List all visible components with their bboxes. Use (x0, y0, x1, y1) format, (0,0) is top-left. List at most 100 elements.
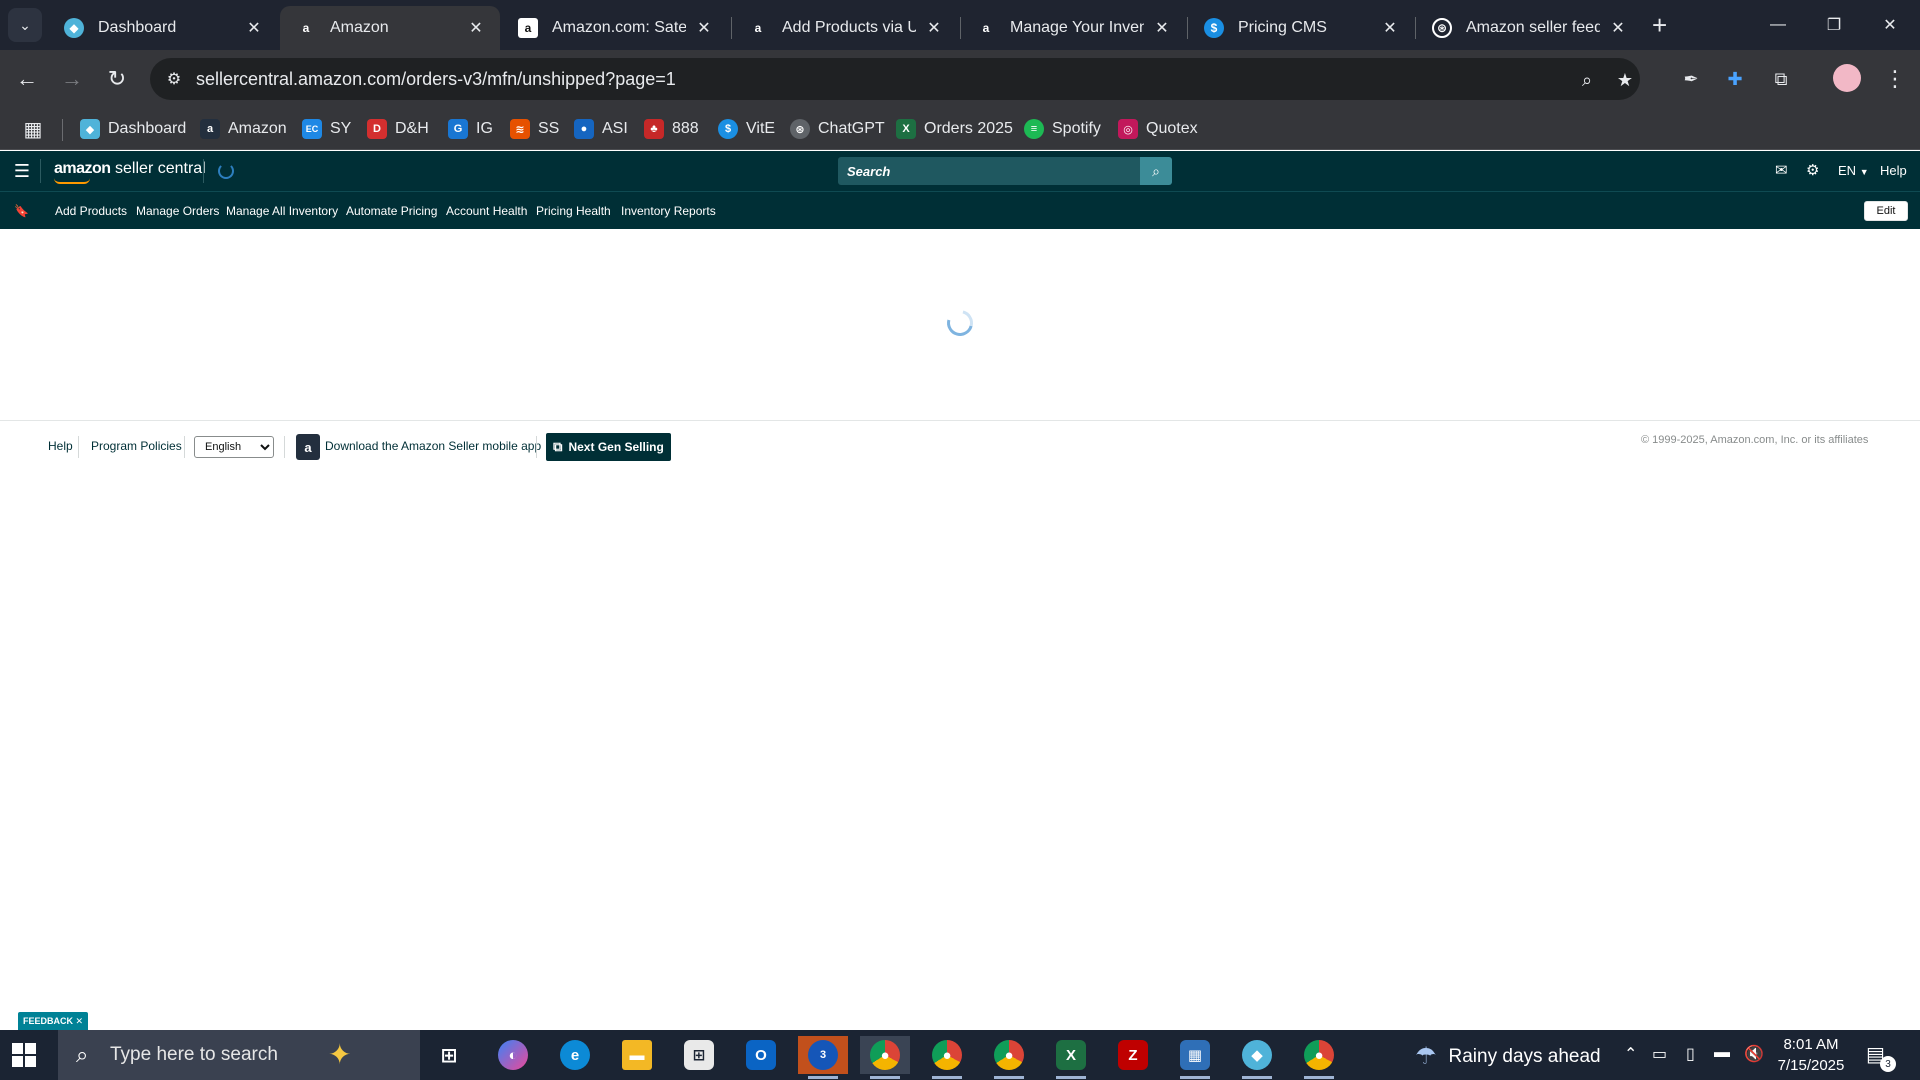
nav-manage-all-inventory[interactable]: Manage All Inventory (226, 204, 338, 218)
tab-search-button[interactable]: ⌄ (8, 8, 42, 42)
seller-central-logo[interactable]: amazon seller central (54, 160, 206, 178)
new-tab-button[interactable]: + (1652, 10, 1667, 40)
seller-search-input[interactable] (838, 157, 1140, 185)
copilot-app-icon[interactable]: ◐ (488, 1036, 538, 1074)
gear-icon[interactable]: ⚙ (1806, 161, 1819, 179)
display-icon[interactable]: ▭ (1652, 1044, 1667, 1064)
hexagon-app-icon[interactable]: ◆ (1232, 1036, 1282, 1079)
url-text[interactable]: sellercentral.amazon.com/orders-v3/mfn/u… (196, 69, 676, 90)
close-icon[interactable]: ✕ (244, 18, 264, 38)
extension-puzzle-blue-icon[interactable]: ✚ (1718, 62, 1752, 96)
next-gen-selling-button[interactable]: ⧉ Next Gen Selling (546, 433, 671, 461)
extension-feather-icon[interactable]: ✒ (1674, 62, 1708, 96)
tab-pricing-cms[interactable]: $ Pricing CMS ✕ (1188, 6, 1414, 50)
news-app-icon[interactable]: 3 (798, 1036, 848, 1079)
file-explorer-icon[interactable]: ▬ (612, 1036, 662, 1074)
calculator-icon[interactable]: ▦ (1170, 1036, 1220, 1079)
tab-dashboard[interactable]: ◆ Dashboard ✕ (48, 6, 278, 50)
apps-grid-icon[interactable]: ▦ (20, 117, 46, 141)
nav-inventory-reports[interactable]: Inventory Reports (621, 204, 716, 218)
star-icon[interactable]: ★ (1612, 67, 1638, 93)
bookmark-spotify[interactable]: ≡ Spotify (1024, 116, 1101, 142)
address-bar[interactable]: ⚙ sellercentral.amazon.com/orders-v3/mfn… (150, 58, 1640, 100)
bookmark-ss[interactable]: ≋ SS (510, 116, 559, 142)
chrome-profile-1-icon[interactable]: ● (860, 1036, 910, 1079)
outlook-icon[interactable]: O (736, 1036, 786, 1074)
help-link[interactable]: Help (1880, 163, 1907, 178)
nav-automate-pricing[interactable]: Automate Pricing (346, 204, 437, 218)
footer-help-link[interactable]: Help (48, 439, 73, 453)
close-icon[interactable]: ✕ (75, 1016, 83, 1027)
footer-program-policies-link[interactable]: Program Policies (91, 439, 182, 453)
tab-amazon[interactable]: a Amazon ✕ (280, 6, 500, 50)
browser-menu-icon[interactable]: ⋮ (1880, 62, 1910, 96)
windows-start-icon[interactable] (12, 1043, 36, 1067)
restore-button[interactable]: ❐ (1808, 6, 1860, 44)
chrome-profile-2-icon[interactable]: ● (922, 1036, 972, 1079)
site-info-icon[interactable]: ⚙ (162, 67, 186, 91)
edit-nav-button[interactable]: Edit (1864, 201, 1908, 221)
bookmark-amazon[interactable]: a Amazon (200, 116, 287, 142)
edge-icon[interactable]: e (550, 1036, 600, 1074)
nav-pricing-health[interactable]: Pricing Health (536, 204, 611, 218)
nav-add-products[interactable]: Add Products (55, 204, 127, 218)
bookmark-quotex[interactable]: ◎ Quotex (1118, 116, 1198, 142)
excel-icon[interactable]: X (1046, 1036, 1096, 1079)
download-app-link[interactable]: Download the Amazon Seller mobile app (325, 439, 541, 453)
bookmark-vite[interactable]: $ VitE (718, 116, 775, 142)
chevron-up-icon[interactable]: ⌃ (1624, 1044, 1637, 1064)
nav-account-health[interactable]: Account Health (446, 204, 527, 218)
close-icon[interactable]: ✕ (1152, 18, 1172, 38)
bookmark-asi[interactable]: ● ASI (574, 116, 628, 142)
bookmark-sy[interactable]: EC SY (302, 116, 351, 142)
language-selector[interactable]: EN ▼ (1838, 163, 1869, 178)
minimize-button[interactable]: — (1752, 6, 1804, 44)
tab-add-products[interactable]: a Add Products via Upl ✕ (732, 6, 958, 50)
seller-search-box (838, 157, 1140, 185)
excel-icon: X (896, 119, 916, 139)
filezilla-icon[interactable]: Z (1108, 1036, 1158, 1074)
zoom-icon[interactable]: ⌕ (1574, 67, 1600, 93)
bookmark-orders-2025[interactable]: X Orders 2025 (896, 116, 1013, 142)
bookmark-icon[interactable]: 🔖 (14, 204, 29, 218)
forward-button[interactable]: → (55, 62, 89, 96)
amazon-app-icon[interactable]: a (296, 434, 320, 460)
footer-language-select[interactable]: English (194, 436, 274, 458)
tab-manage-inventory[interactable]: a Manage Your Invento ✕ (960, 6, 1186, 50)
mail-icon[interactable]: ✉ (1775, 161, 1788, 179)
chrome-icon[interactable]: ● (1294, 1036, 1344, 1079)
language-label: EN (1838, 163, 1857, 178)
system-clock[interactable]: 8:01 AM 7/15/2025 (1776, 1034, 1846, 1076)
bookmark-chatgpt[interactable]: ⊛ ChatGPT (790, 116, 885, 142)
chrome-profile-3-icon[interactable]: ● (984, 1036, 1034, 1079)
close-icon[interactable]: ✕ (694, 18, 714, 38)
hamburger-menu-icon[interactable]: ☰ (10, 159, 34, 183)
task-view-icon[interactable]: ⊞ (424, 1036, 474, 1074)
profile-avatar[interactable] (1833, 64, 1861, 92)
close-icon[interactable]: ✕ (924, 18, 944, 38)
extensions-icon[interactable]: ⧉ (1764, 62, 1798, 96)
nav-manage-orders[interactable]: Manage Orders (136, 204, 219, 218)
close-icon[interactable]: ✕ (1608, 18, 1628, 38)
weather-widget[interactable]: ☂ Rainy days ahead (1415, 1042, 1601, 1071)
taskbar-search-box[interactable]: ⌕ Type here to search ✦ (58, 1030, 420, 1080)
volume-muted-icon[interactable]: 🔇 (1744, 1044, 1764, 1064)
window-close-button[interactable]: ✕ (1864, 6, 1916, 44)
tab-title: Add Products via Upl (782, 19, 916, 36)
reload-button[interactable]: ↻ (100, 62, 134, 96)
amazon-icon: a (302, 21, 310, 35)
microsoft-store-icon[interactable]: ⊞ (674, 1036, 724, 1074)
tab-amazon-satechi[interactable]: a Amazon.com: Satechi ✕ (502, 6, 728, 50)
back-button[interactable]: ← (10, 62, 44, 96)
phone-link-icon[interactable]: ▯ (1686, 1044, 1695, 1064)
feedback-tab[interactable]: FEEDBACK ✕ (18, 1012, 88, 1030)
bookmark-888[interactable]: ♣ 888 (644, 116, 699, 142)
battery-icon[interactable]: ▬ (1714, 1044, 1730, 1062)
close-icon[interactable]: ✕ (466, 18, 486, 38)
tab-seller-feedback[interactable]: ⊛ Amazon seller feedb ✕ (1416, 6, 1642, 50)
bookmark-dashboard[interactable]: ◆ Dashboard (80, 116, 186, 142)
close-icon[interactable]: ✕ (1380, 18, 1400, 38)
bookmark-dh[interactable]: D D&H (367, 116, 429, 142)
bookmark-ig[interactable]: G IG (448, 116, 493, 142)
seller-search-button[interactable]: ⌕ (1140, 157, 1172, 185)
